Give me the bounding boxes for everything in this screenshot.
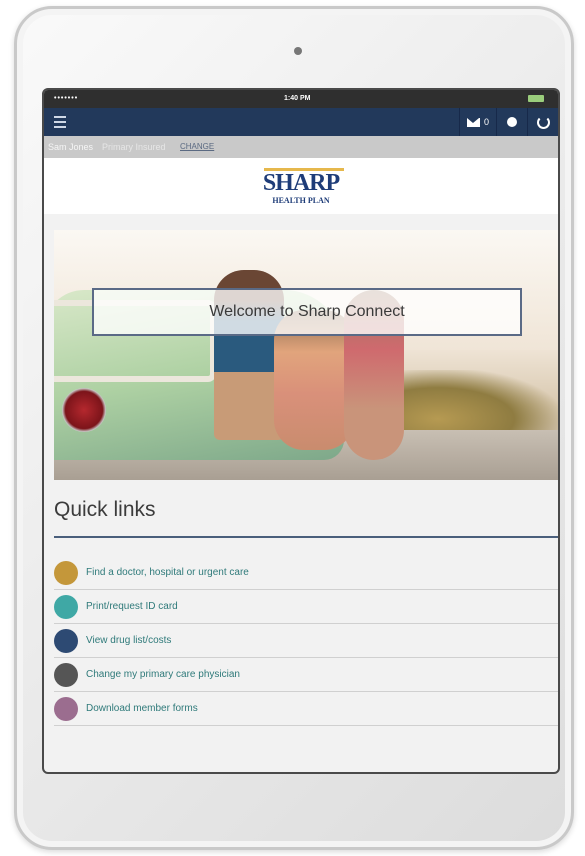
app-screen: ••••••• 1:40 PM 0 Sam Jones Primary Insu…: [42, 88, 560, 774]
quick-link-change-physician[interactable]: Change my primary care physician: [54, 658, 558, 692]
menu-icon[interactable]: [54, 116, 66, 128]
power-icon: [536, 115, 550, 129]
mail-count: 0: [483, 117, 489, 127]
logo-text-sub: HEALTH PLAN: [272, 196, 330, 205]
top-nav-bar: 0: [44, 108, 558, 136]
quick-link-label[interactable]: Find a doctor, hospital or urgent care: [86, 567, 249, 578]
user-name: Sam Jones: [48, 142, 94, 152]
pill-bottle-icon: [54, 628, 78, 653]
hero-banner: Welcome to Sharp Connect: [54, 230, 558, 480]
quick-link-drug-list[interactable]: View drug list/costs: [54, 624, 558, 658]
user-bar: Sam Jones Primary Insured CHANGE: [44, 136, 558, 158]
camera-dot: [294, 47, 302, 55]
change-user-link[interactable]: CHANGE: [180, 136, 214, 158]
quick-link-label[interactable]: Print/request ID card: [86, 601, 178, 612]
user-role: Primary Insured: [102, 142, 166, 152]
welcome-banner: Welcome to Sharp Connect: [92, 288, 522, 336]
status-bar: ••••••• 1:40 PM: [44, 90, 558, 108]
quick-links-title: Quick links: [54, 498, 156, 521]
quick-link-member-forms[interactable]: Download member forms: [54, 692, 558, 726]
chat-button[interactable]: [496, 108, 527, 136]
stethoscope-icon: [54, 560, 78, 585]
quick-link-find-doctor[interactable]: Find a doctor, hospital or urgent care: [54, 556, 558, 590]
mail-icon: [466, 117, 480, 127]
signal-indicator: •••••••: [54, 95, 79, 102]
quick-links-divider: [54, 536, 558, 538]
id-card-icon: [54, 594, 78, 619]
quick-links-list: Find a doctor, hospital or urgent care P…: [54, 556, 558, 726]
logout-button[interactable]: [527, 108, 558, 136]
messages-button[interactable]: 0: [459, 108, 496, 136]
forms-icon: [54, 696, 78, 721]
quick-link-label[interactable]: View drug list/costs: [86, 635, 171, 646]
status-time: 1:40 PM: [284, 95, 311, 102]
chat-icon: [507, 117, 517, 127]
logo-text-main: SHARP: [262, 170, 340, 196]
sharp-logo: SHARP HEALTH PLAN: [44, 158, 558, 214]
physician-icon: [54, 662, 78, 687]
quick-link-label[interactable]: Change my primary care physician: [86, 669, 240, 680]
quick-link-label[interactable]: Download member forms: [86, 703, 198, 714]
taillight: [62, 388, 106, 432]
battery-icon: [528, 95, 544, 102]
quick-link-id-card[interactable]: Print/request ID card: [54, 590, 558, 624]
